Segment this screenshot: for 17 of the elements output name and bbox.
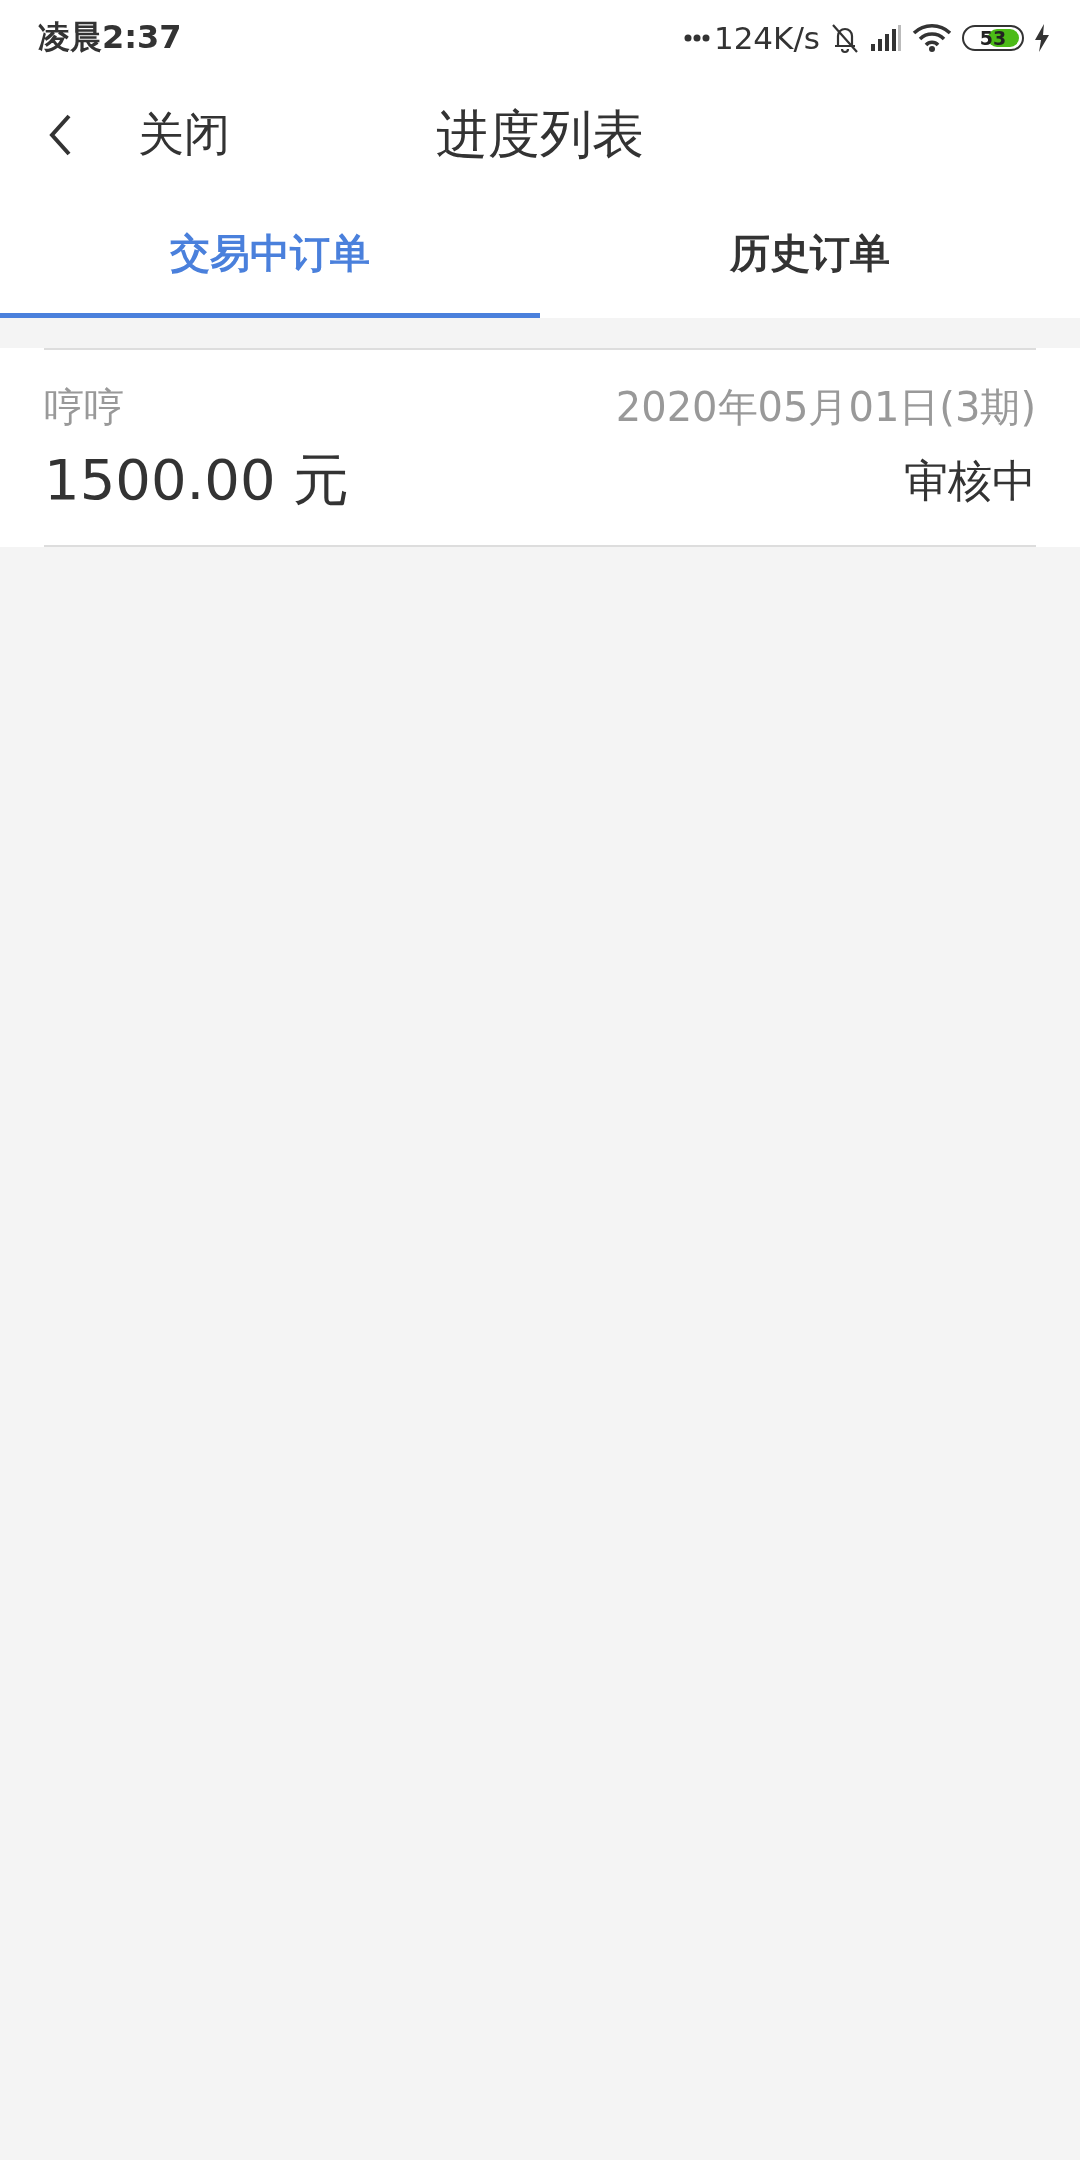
order-date: 2020年05月01日(3期) (615, 383, 1036, 432)
more-dots-icon (683, 34, 710, 42)
status-time: 凌晨2:37 (38, 17, 182, 58)
network-speed: 124K/s (713, 20, 820, 56)
order-card[interactable]: 哼哼 2020年05月01日(3期) 1500.00 元 审核中 (0, 348, 1080, 547)
page-title: 进度列表 (436, 103, 644, 166)
back-button[interactable] (48, 113, 72, 157)
charging-icon (1034, 24, 1050, 52)
signal-icon (870, 24, 902, 52)
close-button[interactable]: 关闭 (138, 104, 230, 166)
tab[interactable]: 交易中订单 (0, 194, 540, 318)
bell-muted-icon (830, 22, 860, 54)
order-amount: 1500.00 元 (44, 446, 350, 514)
order-name: 哼哼 (44, 383, 124, 432)
tab[interactable]: 历史订单 (540, 194, 1080, 318)
order-status: 审核中 (904, 453, 1036, 508)
wifi-icon (912, 23, 952, 53)
